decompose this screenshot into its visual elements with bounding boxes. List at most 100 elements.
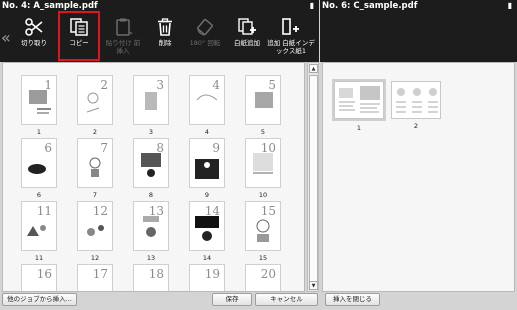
copy-label: コピー <box>69 39 89 47</box>
page-artwork <box>196 94 218 101</box>
page-image: 3 <box>133 75 169 125</box>
page-thumbnail[interactable]: 12 12 <box>77 201 113 262</box>
page-artwork <box>29 90 51 114</box>
page-number: 13 <box>146 254 156 262</box>
toolbar-scroll-left-icon[interactable]: « <box>1 30 11 46</box>
close-insert-button[interactable]: 挿入を閉じる <box>325 293 380 306</box>
delete-button[interactable]: 削除 <box>147 12 183 60</box>
page-image: 4 <box>189 75 225 125</box>
right-collapse-icon[interactable]: ▮ <box>505 1 515 10</box>
cut-button[interactable]: 切り取り <box>14 12 54 60</box>
page-image: 9 <box>189 138 225 188</box>
page-image: 5 <box>245 75 281 125</box>
copy-icon <box>70 18 88 36</box>
page-image: 1 <box>21 75 57 125</box>
left-vertical-scrollbar[interactable]: ▲ ▼ <box>307 62 319 292</box>
page-artwork <box>27 279 51 291</box>
page-number: 11 <box>34 254 44 262</box>
right-page-number: 1 <box>356 124 362 132</box>
page-image: 11 <box>21 201 57 251</box>
left-document-header: No. 4: A_sample.pdf ▮ « 切り取り コピー 貼り付け 前挿… <box>0 0 319 62</box>
page-artwork <box>145 92 157 110</box>
page-thumbnail[interactable]: 15 15 <box>245 201 281 262</box>
add-blank-page-label: 白紙追加 <box>234 39 260 47</box>
trash-icon <box>158 18 172 36</box>
page-number: 4 <box>204 128 210 136</box>
page-thumbnail[interactable]: 11 11 <box>21 201 57 262</box>
page-artwork <box>251 279 275 291</box>
page-artwork <box>255 92 273 108</box>
page-number: 7 <box>92 191 98 199</box>
page-artwork <box>195 159 219 179</box>
page-thumbnail[interactable]: 1919 <box>189 264 225 291</box>
page-number: 9 <box>204 191 210 199</box>
left-document-title: No. 4: A_sample.pdf <box>2 1 98 11</box>
right-document-title: No. 6: C_sample.pdf <box>322 1 418 11</box>
page-image: 10 <box>245 138 281 188</box>
page-thumbnail[interactable]: 1818 <box>133 264 169 291</box>
page-number: 3 <box>148 128 154 136</box>
page-thumbnail[interactable]: 55 <box>245 75 281 136</box>
page-thumbnail[interactable]: 88 <box>133 138 169 199</box>
insert-from-other-job-button[interactable]: 他のジョブから挿入... <box>2 293 77 306</box>
rotate-180-button[interactable]: 180° 回転 <box>185 12 225 60</box>
cut-label: 切り取り <box>21 39 47 47</box>
page-thumbnail[interactable]: 13 13 <box>133 201 169 262</box>
left-page-grid-panel: 1 1 2 2 3 3 4 4 5 5 6 6 7 7 8 8 9 9 10 10 11 11 12 12 13 13 14 14 15… <box>2 62 305 292</box>
right-page-thumbnail[interactable]: 1 <box>332 79 386 132</box>
right-document-header: No. 6: C_sample.pdf ▮ <box>320 0 517 62</box>
right-page-image <box>391 81 441 119</box>
right-page-thumbnail[interactable]: 2 <box>391 81 441 130</box>
add-blank-page-button[interactable]: 白紙追加 <box>227 12 267 60</box>
page-number: 5 <box>260 128 266 136</box>
page-thumbnail[interactable]: 22 <box>77 75 113 136</box>
page-artwork <box>83 279 107 291</box>
rotate-180-label: 180° 回転 <box>189 39 221 47</box>
page-artwork <box>141 153 161 177</box>
page-thumbnail[interactable]: 44 <box>189 75 225 136</box>
save-button[interactable]: 保存 <box>212 293 252 306</box>
page-image: 16 <box>21 264 57 291</box>
page-number: 12 <box>90 254 100 262</box>
left-collapse-icon[interactable]: ▮ <box>307 1 317 10</box>
page-number: 14 <box>202 254 212 262</box>
page-thumbnail[interactable]: 99 <box>189 138 225 199</box>
scroll-down-icon[interactable]: ▼ <box>309 281 318 290</box>
page-image: 18 <box>133 264 169 291</box>
page-artwork <box>139 279 163 291</box>
scroll-up-icon[interactable]: ▲ <box>309 64 318 73</box>
copy-button[interactable]: コピー <box>58 11 100 61</box>
page-artwork <box>27 225 46 236</box>
cancel-button[interactable]: キャンセル <box>255 293 318 306</box>
rotate-icon <box>196 18 214 36</box>
page-number: 8 <box>148 191 154 199</box>
page-image: 17 <box>77 264 113 291</box>
page-number: 1 <box>36 128 42 136</box>
page-thumbnail[interactable]: 11 <box>21 75 57 136</box>
page-artwork <box>87 225 104 236</box>
page-thumbnail[interactable]: 1616 <box>21 264 57 291</box>
add-index-sheet-button[interactable]: 追加 白紙インデックス紙1 <box>266 12 316 60</box>
scroll-thumb[interactable] <box>309 75 318 285</box>
page-number: 2 <box>92 128 98 136</box>
page-image: 8 <box>133 138 169 188</box>
delete-label: 削除 <box>158 39 172 47</box>
left-toolbar: 切り取り コピー 貼り付け 前挿入 削除 180° 回転 白紙追加 追加 白紙イ… <box>12 11 317 61</box>
page-thumbnail[interactable]: 14 14 <box>189 201 225 262</box>
page-thumbnail[interactable]: 33 <box>133 75 169 136</box>
page-thumbnail[interactable]: 10 10 <box>245 138 281 199</box>
page-artwork <box>195 216 219 241</box>
page-image: 12 <box>77 201 113 251</box>
page-thumbnail[interactable]: 2020 <box>245 264 281 291</box>
right-page-image <box>334 81 384 119</box>
page-artwork <box>86 92 100 113</box>
page-image: 13 <box>133 201 169 251</box>
page-thumbnail[interactable]: 77 <box>77 138 113 199</box>
paste-before-button[interactable]: 貼り付け 前挿入 <box>103 12 143 60</box>
page-thumbnail[interactable]: 1717 <box>77 264 113 291</box>
page-number: 15 <box>258 254 268 262</box>
page-image: 7 <box>77 138 113 188</box>
right-page-number: 2 <box>413 122 419 130</box>
blank-page-add-icon <box>238 18 256 35</box>
page-thumbnail[interactable]: 66 <box>21 138 57 199</box>
